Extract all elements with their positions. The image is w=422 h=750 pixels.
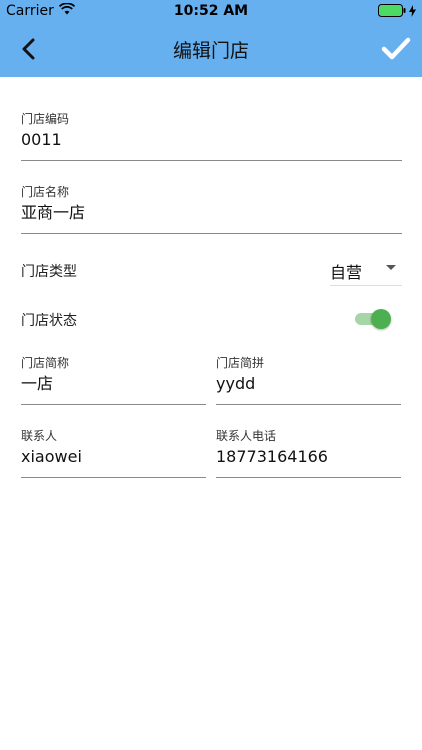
contact-phone-input[interactable] <box>216 447 401 467</box>
dropdown-underline <box>330 285 402 286</box>
store-status-toggle[interactable] <box>353 308 391 330</box>
status-time: 10:52 AM <box>173 3 249 19</box>
store-type-value: 自营 <box>330 263 363 282</box>
nav-bar: 编辑门店 <box>0 22 422 77</box>
contact-phone-underline <box>216 477 401 478</box>
short-name-input[interactable] <box>21 374 206 394</box>
charging-icon <box>409 4 416 21</box>
status-bar: Carrier 10:52 AM <box>0 0 422 22</box>
store-code-underline <box>21 160 402 161</box>
page-title: 编辑门店 <box>172 40 249 62</box>
status-right <box>378 4 416 21</box>
short-name-label: 门店简称 <box>21 356 70 370</box>
store-code-field: 门店编码 <box>21 112 402 162</box>
short-pinyin-label: 门店简拼 <box>216 356 265 370</box>
store-status-label: 门店状态 <box>21 313 77 329</box>
store-name-label: 门店名称 <box>21 185 70 199</box>
store-name-field: 门店名称 <box>21 185 402 235</box>
short-name-underline <box>21 404 206 405</box>
short-name-field: 门店简称 <box>21 356 206 406</box>
contact-underline <box>21 477 206 478</box>
store-type-label: 门店类型 <box>21 264 77 280</box>
store-code-input[interactable] <box>21 130 402 150</box>
short-pinyin-underline <box>216 404 401 405</box>
dropdown-arrow-icon <box>386 265 396 270</box>
store-name-underline <box>21 233 402 234</box>
store-name-input[interactable] <box>21 203 402 223</box>
contact-phone-label: 联系人电话 <box>216 429 277 443</box>
store-type-dropdown[interactable]: 自营 <box>330 254 402 286</box>
contact-input[interactable] <box>21 447 206 467</box>
battery-icon <box>378 4 406 21</box>
short-pinyin-field: 门店简拼 <box>216 356 401 406</box>
save-button[interactable] <box>380 34 412 64</box>
short-pinyin-input[interactable] <box>216 374 401 394</box>
check-icon <box>381 37 411 60</box>
store-code-label: 门店编码 <box>21 112 70 126</box>
contact-field: 联系人 <box>21 429 206 479</box>
app-header: Carrier 10:52 AM 编辑门店 <box>0 0 422 77</box>
contact-phone-field: 联系人电话 <box>216 429 401 479</box>
toggle-thumb <box>371 309 391 329</box>
contact-label: 联系人 <box>21 429 58 443</box>
